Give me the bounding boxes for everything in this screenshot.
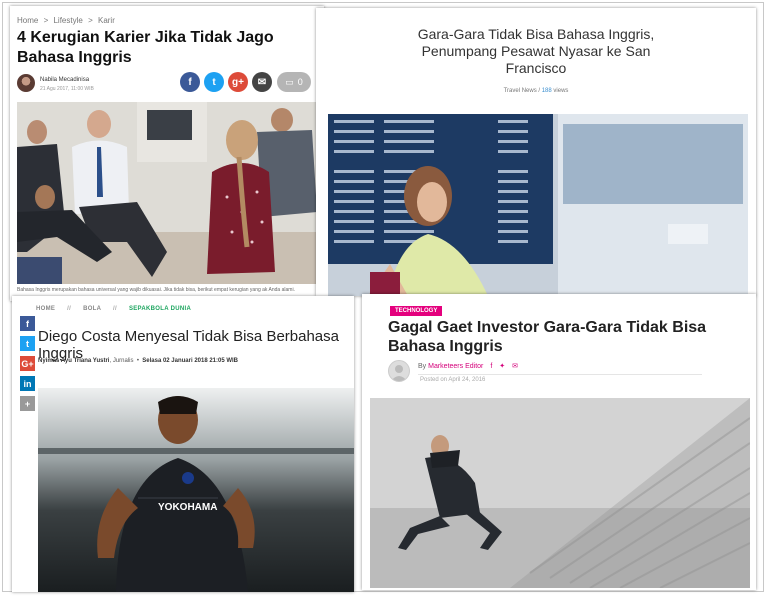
jersey-sponsor-text: YOKOHAMA (158, 502, 217, 513)
linkedin-share-button[interactable]: in (20, 376, 35, 391)
nav-bola[interactable]: BOLA (83, 306, 101, 312)
article-card-diego-costa: HOME // BOLA // SEPAKBOLA DUNIA f t G+ i… (12, 296, 354, 592)
byline-prefix: By (418, 363, 427, 370)
publish-date: Selasa 02 Januari 2018 21:05 WIB (142, 358, 239, 364)
more-icon: + (24, 398, 31, 409)
author-name[interactable]: Marketeers Editor (428, 363, 483, 370)
breadcrumb-separator: > (43, 16, 49, 25)
facebook-share-button[interactable]: f (20, 316, 35, 331)
facebook-icon: f (188, 76, 192, 88)
photo-caption: Bahasa Inggris merupakan bahasa universa… (17, 287, 295, 293)
comment-count: 0 (297, 77, 303, 87)
breadcrumb: Home > Lifestyle > Karir (17, 16, 118, 25)
category-link[interactable]: Travel News (504, 88, 537, 94)
email-icon: ✉ (257, 76, 267, 88)
byline: By Marketeers Editor f ✦ ✉ (418, 362, 518, 370)
author-name[interactable]: Nyimas Ayu Triana Yustri (38, 358, 109, 364)
twitter-icon: t (26, 338, 29, 349)
article-meta: Nyimas Ayu Triana Yustri, Jurnalis • Sel… (38, 358, 239, 364)
office-meeting-illustration (17, 102, 317, 284)
breadcrumb-home[interactable]: Home (17, 16, 38, 25)
publish-date: Posted on April 24, 2016 (420, 377, 486, 383)
category-badge[interactable]: TECHNOLOGY (390, 306, 443, 316)
comment-icon: ▭ (285, 76, 294, 87)
publish-date: 21 Agu 2017, 11:00 WIB (40, 86, 94, 92)
google-plus-share-button[interactable]: g+ (228, 72, 248, 92)
article-title: Gara-Gara Tidak Bisa Bahasa Inggris, Pen… (417, 26, 655, 76)
article-title: Gagal Gaet Investor Gara-Gara Tidak Bisa… (388, 319, 707, 355)
airport-board-illustration (328, 114, 748, 296)
breadcrumb-separator: > (88, 16, 93, 25)
breadcrumb-karir[interactable]: Karir (98, 16, 115, 25)
article-meta: Travel News / 188 views (316, 88, 756, 94)
footballer-photo: YOKOHAMA (38, 388, 354, 592)
breadcrumb-lifestyle[interactable]: Lifestyle (53, 16, 82, 25)
section-nav: HOME // BOLA // SEPAKBOLA DUNIA (36, 306, 191, 312)
meta-separator: / (538, 88, 541, 94)
article-card-gagal-gaet-investor: TECHNOLOGY Gagal Gaet Investor Gara-Gara… (362, 294, 756, 590)
facebook-share-button[interactable]: f (180, 72, 200, 92)
nav-separator: // (113, 306, 117, 312)
linkedin-icon: in (23, 378, 32, 389)
article-card-kerugian-karier: Home > Lifestyle > Karir 4 Kerugian Kari… (10, 6, 324, 301)
nav-sepakbola-dunia[interactable]: SEPAKBOLA DUNIA (129, 306, 191, 312)
nav-separator: // (67, 306, 72, 312)
views-count: 188 (541, 88, 552, 94)
footballer-illustration: YOKOHAMA (38, 388, 354, 592)
views-label: views (553, 88, 569, 94)
twitter-icon[interactable]: ✦ (499, 363, 505, 370)
comment-count-button[interactable]: ▭ 0 (277, 72, 311, 92)
byline-divider (418, 374, 702, 375)
email-icon[interactable]: ✉ (512, 363, 518, 370)
distressed-businessman-photo (370, 398, 750, 588)
nav-home[interactable]: HOME (36, 306, 55, 312)
user-placeholder-icon (391, 365, 407, 381)
author-avatar[interactable] (17, 74, 35, 92)
google-plus-icon: G+ (21, 358, 34, 369)
google-plus-icon: g+ (232, 76, 244, 88)
twitter-share-button[interactable]: t (204, 72, 224, 92)
article-title: 4 Kerugian Karier Jika Tidak Jago Bahasa… (17, 29, 274, 66)
email-share-button[interactable]: ✉ (252, 72, 272, 92)
google-plus-share-button[interactable]: G+ (20, 356, 35, 371)
author-name[interactable]: Nabila Mecadinisa (40, 77, 89, 83)
facebook-icon: f (26, 318, 29, 329)
twitter-icon: t (212, 76, 216, 88)
more-share-button[interactable]: + (20, 396, 35, 411)
office-meeting-photo (17, 102, 317, 284)
article-card-penumpang-nyasar: Gara-Gara Tidak Bisa Bahasa Inggris, Pen… (316, 8, 756, 296)
airport-departures-photo (328, 114, 748, 296)
article-title: Diego Costa Menyesal Tidak Bisa Berbahas… (38, 328, 339, 362)
twitter-share-button[interactable]: t (20, 336, 35, 351)
author-role: , Jurnalis (109, 358, 134, 364)
businessman-stairs-illustration (370, 398, 750, 588)
facebook-icon[interactable]: f (490, 363, 492, 370)
author-avatar[interactable] (388, 360, 410, 382)
